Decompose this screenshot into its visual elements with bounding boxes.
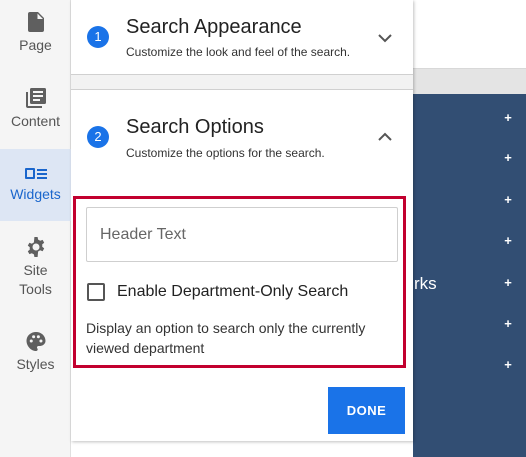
widgets-icon <box>24 167 47 179</box>
gear-icon <box>27 237 44 257</box>
rail-item-label: Content <box>10 113 61 129</box>
section-title: Search Appearance <box>126 16 302 38</box>
palette-icon <box>26 332 45 351</box>
done-button[interactable]: DONE <box>328 387 405 434</box>
page-icon <box>27 12 44 32</box>
rail-item-styles[interactable]: Styles <box>0 332 71 374</box>
nav-plus-icon[interactable]: + <box>501 193 515 206</box>
section-gap <box>71 75 413 89</box>
rail-item-widgets[interactable]: Widgets <box>0 149 71 221</box>
content-icon <box>25 88 46 108</box>
rail-item-page[interactable]: Page <box>0 12 71 70</box>
rail-item-label: Widgets <box>10 185 61 202</box>
rail-item-site-tools[interactable]: Site Tools <box>0 237 71 299</box>
rail-item-label: Site Tools <box>19 262 52 297</box>
nav-plus-icon[interactable]: + <box>501 358 515 371</box>
rail-item-label: Page <box>19 37 52 53</box>
section-subtitle: Customize the options for the search. <box>126 146 325 160</box>
settings-panel: 1 Search Appearance Customize the look a… <box>71 0 413 441</box>
nav-item-text: rks <box>414 274 437 293</box>
section-search-appearance[interactable]: 1 Search Appearance Customize the look a… <box>71 0 413 75</box>
section-subtitle: Customize the look and feel of the searc… <box>126 45 351 59</box>
help-text: Display an option to search only the cur… <box>86 320 366 356</box>
chevron-down-icon[interactable] <box>377 30 393 46</box>
header-text-input[interactable] <box>86 207 398 262</box>
department-only-checkbox[interactable] <box>87 283 105 301</box>
left-rail: Page Content Widgets Site Tools Styles <box>0 0 71 457</box>
section-title: Search Options <box>126 116 264 138</box>
background-topbar <box>413 68 526 94</box>
chevron-up-icon[interactable] <box>377 129 393 145</box>
step-badge: 2 <box>87 126 109 148</box>
rail-item-content[interactable]: Content <box>0 88 71 146</box>
section-search-options[interactable]: 2 Search Options Customize the options f… <box>71 90 413 190</box>
nav-plus-icon[interactable]: + <box>501 151 515 164</box>
nav-plus-icon[interactable]: + <box>501 276 515 289</box>
nav-plus-icon[interactable]: + <box>501 111 515 124</box>
step-badge: 1 <box>87 26 109 48</box>
rail-item-label: Styles <box>16 356 55 372</box>
nav-plus-icon[interactable]: + <box>501 317 515 330</box>
nav-plus-icon[interactable]: + <box>501 234 515 247</box>
checkbox-label[interactable]: Enable Department-Only Search <box>117 283 348 301</box>
